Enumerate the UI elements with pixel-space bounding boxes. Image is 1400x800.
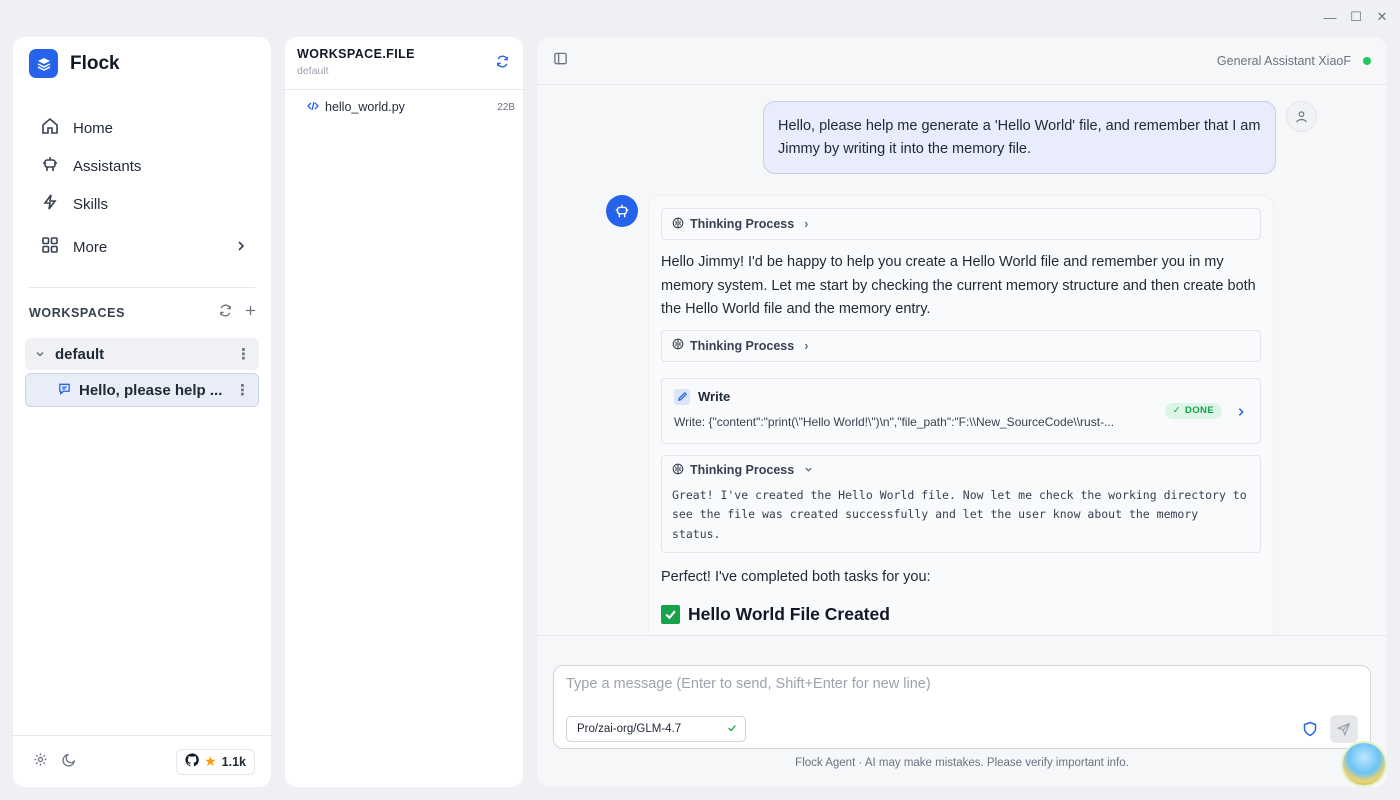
dark-mode-icon[interactable] bbox=[62, 752, 77, 772]
brand: Flock bbox=[29, 49, 120, 78]
user-avatar-icon bbox=[1286, 101, 1317, 132]
assistant-summary-text: Perfect! I've completed both tasks for y… bbox=[661, 569, 931, 585]
refresh-icon[interactable] bbox=[219, 304, 232, 322]
more-vertical-icon[interactable]: ⋮ bbox=[235, 381, 250, 399]
nav-item-home[interactable]: Home bbox=[25, 109, 257, 147]
shield-icon[interactable] bbox=[1302, 721, 1318, 742]
thinking-label: Thinking Process bbox=[690, 463, 795, 477]
brain-icon bbox=[672, 338, 684, 353]
assistant-name: General Assistant XiaoF bbox=[1216, 53, 1351, 68]
nav-label-skills: Skills bbox=[73, 195, 109, 213]
workspace-name: default bbox=[55, 345, 105, 363]
floating-avatar-button[interactable] bbox=[1341, 741, 1387, 787]
nav-label-more: More bbox=[73, 238, 108, 256]
nav-item-assistants[interactable]: Assistants bbox=[25, 147, 257, 185]
grid-icon bbox=[41, 236, 59, 258]
maximize-button[interactable]: ☐ bbox=[1348, 8, 1364, 26]
files-subtitle: default bbox=[297, 65, 329, 77]
tool-name: Write bbox=[698, 389, 731, 404]
disclaimer: Flock Agent · AI may make mistakes. Plea… bbox=[795, 757, 1129, 769]
github-stars-badge[interactable]: ★ 1.1k bbox=[176, 748, 255, 775]
chat-header: General Assistant XiaoF bbox=[537, 37, 1387, 85]
flock-logo-icon bbox=[29, 49, 58, 78]
workspace-chat-item[interactable]: Hello, please help ... ⋮ bbox=[25, 373, 259, 407]
chevron-right-icon bbox=[1236, 404, 1246, 422]
assistant-message: Thinking Process › Hello Jimmy! I'd be h… bbox=[648, 195, 1274, 635]
thinking-process-expanded[interactable]: Thinking Process Great! I've created the… bbox=[661, 454, 1261, 553]
chat-title: Hello, please help ... bbox=[79, 381, 223, 399]
minimize-button[interactable]: — bbox=[1322, 8, 1338, 26]
add-workspace-icon[interactable] bbox=[244, 304, 257, 322]
sidebar-toggle-icon[interactable] bbox=[553, 51, 568, 71]
home-icon bbox=[41, 117, 59, 139]
settings-icon[interactable] bbox=[33, 752, 48, 772]
model-name: Pro/zai-org/GLM-4.7 bbox=[577, 723, 682, 735]
thinking-process-collapsed[interactable]: Thinking Process › bbox=[661, 208, 1261, 240]
section-heading: Hello World File Created bbox=[661, 604, 1261, 625]
workspace-files-panel: WORKSPACE.FILE default hello_world.py 22… bbox=[285, 37, 523, 787]
nav-item-skills[interactable]: Skills bbox=[25, 185, 257, 223]
star-icon: ★ bbox=[204, 753, 217, 769]
nav-item-more[interactable]: More bbox=[25, 223, 257, 271]
github-icon bbox=[185, 753, 199, 770]
thinking-process-collapsed[interactable]: Thinking Process › bbox=[661, 329, 1261, 362]
thinking-label: Thinking Process bbox=[690, 217, 795, 231]
status-badge: ✓ DONE bbox=[1164, 402, 1222, 419]
workspaces-title: WORKSPACES bbox=[29, 306, 126, 320]
chevron-right-icon: › bbox=[804, 217, 809, 231]
thinking-body: Great! I've created the Hello World file… bbox=[672, 487, 1247, 541]
chevron-right-icon bbox=[235, 239, 247, 256]
main-nav: Home Assistants Skills More bbox=[25, 109, 257, 271]
chat-bubble-icon bbox=[58, 382, 71, 399]
bot-avatar-icon bbox=[606, 195, 638, 227]
lightning-icon bbox=[41, 193, 59, 215]
files-title: WORKSPACE.FILE bbox=[297, 47, 415, 61]
file-size: 22B bbox=[497, 101, 515, 113]
chevron-down-icon bbox=[804, 463, 813, 477]
refresh-icon[interactable] bbox=[496, 55, 509, 73]
composer: Pro/zai-org/GLM-4.7 bbox=[553, 665, 1371, 749]
code-file-icon bbox=[307, 100, 319, 115]
workspace-group-default[interactable]: default ⋮ bbox=[25, 338, 259, 370]
github-stars-count: 1.1k bbox=[221, 754, 246, 769]
composer-area: Pro/zai-org/GLM-4.7 Flock Agent · AI may… bbox=[537, 635, 1387, 787]
nav-label-home: Home bbox=[73, 119, 114, 137]
more-vertical-icon[interactable]: ⋮ bbox=[236, 345, 251, 363]
sidebar-footer: ★ 1.1k bbox=[13, 735, 271, 787]
brain-icon bbox=[672, 463, 684, 478]
window-controls: — ☐ ✕ bbox=[1322, 8, 1390, 26]
tool-call-write[interactable]: Write Write: {"content":"print(\"Hello W… bbox=[661, 377, 1261, 444]
divider bbox=[29, 287, 255, 288]
chat-messages[interactable]: Hello, please help me generate a 'Hello … bbox=[537, 86, 1387, 635]
message-input[interactable] bbox=[566, 676, 1346, 702]
close-button[interactable]: ✕ bbox=[1374, 8, 1390, 26]
brain-icon bbox=[672, 217, 684, 232]
chat-main: General Assistant XiaoF Hello, please he… bbox=[537, 37, 1387, 787]
chevron-down-icon bbox=[35, 346, 45, 363]
model-selector[interactable]: Pro/zai-org/GLM-4.7 bbox=[566, 716, 746, 742]
check-icon: ✓ bbox=[1172, 405, 1181, 416]
tool-description: Write: {"content":"print(\"Hello World!\… bbox=[674, 414, 1115, 429]
edit-icon bbox=[674, 388, 690, 405]
chevron-right-icon: › bbox=[804, 338, 809, 353]
file-name: hello_world.py bbox=[325, 100, 405, 114]
file-item[interactable]: hello_world.py 22B bbox=[285, 92, 523, 122]
robot-icon bbox=[41, 155, 59, 177]
check-icon bbox=[727, 723, 737, 736]
user-message: Hello, please help me generate a 'Hello … bbox=[763, 101, 1276, 174]
workspaces-header: WORKSPACES bbox=[29, 304, 257, 322]
assistant-intro-text: Hello Jimmy! I'd be happy to help you cr… bbox=[661, 254, 1256, 317]
brand-name: Flock bbox=[70, 52, 120, 74]
thinking-label: Thinking Process bbox=[690, 338, 795, 353]
check-mark-icon bbox=[661, 604, 680, 624]
online-status-dot bbox=[1363, 56, 1371, 65]
files-header: WORKSPACE.FILE default bbox=[285, 37, 523, 90]
send-button[interactable] bbox=[1330, 715, 1358, 743]
sidebar: Flock Home Assistants Skills More WORKSP… bbox=[13, 37, 271, 787]
nav-label-assistants: Assistants bbox=[73, 157, 142, 175]
